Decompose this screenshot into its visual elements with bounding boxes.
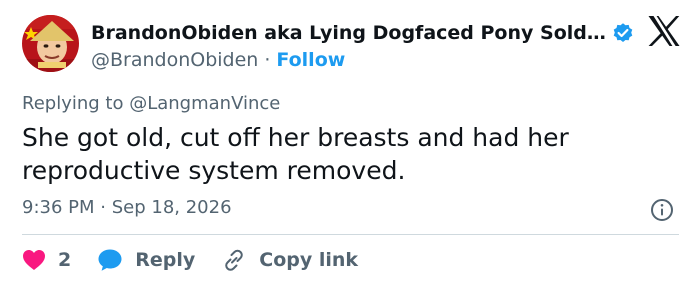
avatar[interactable] [22,15,79,72]
time-separator: · [100,197,106,218]
handle-separator: · [264,49,271,71]
copy-link-label: Copy link [259,249,359,271]
reply-to-mention[interactable]: @LangmanVince [129,93,280,114]
like-count: 2 [58,249,72,271]
tweet-card: BrandonObiden aka Lying Dogfaced Pony So… [0,0,700,287]
replying-to-label: Replying to [22,93,130,114]
copy-link-button[interactable]: Copy link [221,248,358,272]
heart-icon [23,250,45,270]
tweet-time: 9:36 PM [22,197,95,218]
info-icon[interactable] [650,198,674,222]
reply-label: Reply [135,249,196,271]
tweet-date: Sep 18, 2026 [111,197,232,218]
handle-row: @BrandonObiden · Follow [91,49,611,71]
display-name[interactable]: BrandonObiden aka Lying Dogfaced Pony So… [91,22,606,44]
display-name-row: BrandonObiden aka Lying Dogfaced Pony So… [91,18,633,48]
x-logo-icon[interactable] [647,15,681,47]
reply-button[interactable]: Reply [97,248,195,272]
follow-button[interactable]: Follow [276,49,345,71]
handle[interactable]: @BrandonObiden [91,49,258,71]
timestamp[interactable]: 9:36 PM · Sep 18, 2026 [22,197,232,218]
avatar-image [22,15,79,72]
verified-badge-icon [612,22,634,44]
divider [22,234,679,235]
like-button[interactable]: 2 [22,249,71,271]
reply-bubble-icon [98,249,122,271]
tweet-text: She got old, cut off her breasts and had… [22,123,569,185]
tweet-header: BrandonObiden aka Lying Dogfaced Pony So… [91,18,633,71]
link-icon [225,249,244,271]
replying-to: Replying to @LangmanVince [22,93,280,114]
action-bar: 2 Reply Copy link [22,245,384,275]
